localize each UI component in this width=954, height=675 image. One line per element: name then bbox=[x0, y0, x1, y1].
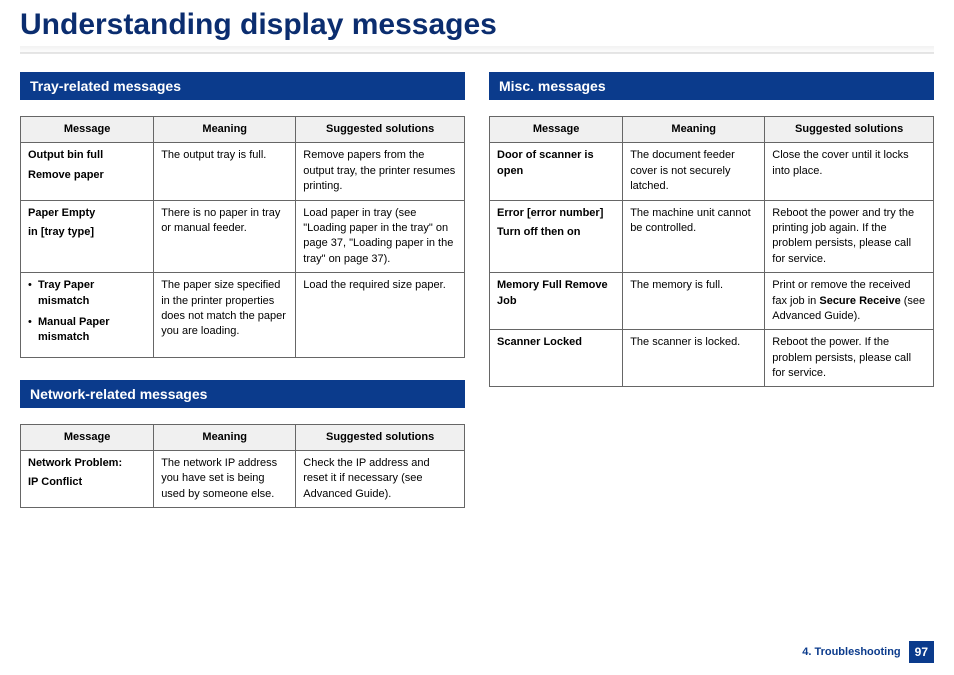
cell-message: Paper Empty in [tray type] bbox=[21, 200, 154, 273]
msg-line: Network Problem: bbox=[28, 456, 146, 471]
cell-message: Tray Paper mismatch Manual Paper mismatc… bbox=[21, 273, 154, 358]
table-row: Output bin full Remove paper The output … bbox=[21, 143, 465, 200]
msg-line: Scanner Locked bbox=[497, 336, 582, 348]
table-header-row: Message Meaning Suggested solutions bbox=[21, 117, 465, 143]
col-header-solutions: Suggested solutions bbox=[296, 117, 465, 143]
cell-meaning: The scanner is locked. bbox=[623, 330, 765, 387]
page-footer: 4. Troubleshooting 97 bbox=[802, 641, 934, 663]
left-column: Tray-related messages Message Meaning Su… bbox=[20, 72, 465, 530]
tray-messages-table: Message Meaning Suggested solutions Outp… bbox=[20, 116, 465, 358]
table-row: Door of scanner is open The document fee… bbox=[490, 143, 934, 200]
cell-solution: Print or remove the received fax job in … bbox=[765, 273, 934, 330]
msg-line: Output bin full bbox=[28, 148, 146, 163]
misc-messages-table: Message Meaning Suggested solutions Door… bbox=[489, 116, 934, 387]
table-row: Memory Full Remove Job The memory is ful… bbox=[490, 273, 934, 330]
table-row: Network Problem: IP Conflict The network… bbox=[21, 451, 465, 508]
cell-solution: Check the IP address and reset it if nec… bbox=[296, 451, 465, 508]
col-header-solutions: Suggested solutions bbox=[765, 117, 934, 143]
col-header-message: Message bbox=[21, 117, 154, 143]
table-header-row: Message Meaning Suggested solutions bbox=[490, 117, 934, 143]
cell-meaning: The network IP address you have set is b… bbox=[154, 451, 296, 508]
cell-meaning: The paper size specified in the printer … bbox=[154, 273, 296, 358]
cell-message: Door of scanner is open bbox=[490, 143, 623, 200]
msg-line: in [tray type] bbox=[28, 225, 146, 240]
section-header-network: Network-related messages bbox=[20, 380, 465, 408]
cell-meaning: The document feeder cover is not securel… bbox=[623, 143, 765, 200]
bullet-item: Tray Paper mismatch bbox=[28, 278, 146, 309]
col-header-message: Message bbox=[21, 424, 154, 450]
cell-message: Output bin full Remove paper bbox=[21, 143, 154, 200]
page-title: Understanding display messages bbox=[20, 0, 934, 54]
table-row: Paper Empty in [tray type] There is no p… bbox=[21, 200, 465, 273]
cell-solution: Load the required size paper. bbox=[296, 273, 465, 358]
cell-message: Network Problem: IP Conflict bbox=[21, 451, 154, 508]
cell-solution: Reboot the power. If the problem persist… bbox=[765, 330, 934, 387]
cell-meaning: The memory is full. bbox=[623, 273, 765, 330]
msg-line: Turn off then on bbox=[497, 225, 615, 240]
cell-meaning: There is no paper in tray or manual feed… bbox=[154, 200, 296, 273]
col-header-meaning: Meaning bbox=[623, 117, 765, 143]
cell-solution: Reboot the power and try the printing jo… bbox=[765, 200, 934, 273]
table-row: Scanner Locked The scanner is locked. Re… bbox=[490, 330, 934, 387]
network-messages-table: Message Meaning Suggested solutions Netw… bbox=[20, 424, 465, 509]
bullet-item: Manual Paper mismatch bbox=[28, 315, 146, 346]
cell-solution: Remove papers from the output tray, the … bbox=[296, 143, 465, 200]
col-header-solutions: Suggested solutions bbox=[296, 424, 465, 450]
footer-chapter: 4. Troubleshooting bbox=[802, 646, 900, 658]
msg-line: Paper Empty bbox=[28, 206, 146, 221]
msg-line: Error [error number] bbox=[497, 206, 615, 221]
msg-line: IP Conflict bbox=[28, 475, 146, 490]
col-header-meaning: Meaning bbox=[154, 117, 296, 143]
section-header-misc: Misc. messages bbox=[489, 72, 934, 100]
cell-meaning: The output tray is full. bbox=[154, 143, 296, 200]
cell-meaning: The machine unit cannot be controlled. bbox=[623, 200, 765, 273]
table-row: Tray Paper mismatch Manual Paper mismatc… bbox=[21, 273, 465, 358]
cell-solution: Close the cover until it locks into plac… bbox=[765, 143, 934, 200]
right-column: Misc. messages Message Meaning Suggested… bbox=[489, 72, 934, 530]
msg-line: Remove paper bbox=[28, 168, 146, 183]
cell-message: Scanner Locked bbox=[490, 330, 623, 387]
page-number: 97 bbox=[909, 641, 934, 663]
cell-solution: Load paper in tray (see "Loading paper i… bbox=[296, 200, 465, 273]
section-header-tray: Tray-related messages bbox=[20, 72, 465, 100]
cell-message: Error [error number] Turn off then on bbox=[490, 200, 623, 273]
cell-message: Memory Full Remove Job bbox=[490, 273, 623, 330]
msg-line: Door of scanner is open bbox=[497, 149, 594, 176]
table-header-row: Message Meaning Suggested solutions bbox=[21, 424, 465, 450]
col-header-meaning: Meaning bbox=[154, 424, 296, 450]
msg-line: Memory Full Remove Job bbox=[497, 279, 608, 306]
solution-bold: Secure Receive bbox=[819, 295, 900, 307]
table-row: Error [error number] Turn off then on Th… bbox=[490, 200, 934, 273]
col-header-message: Message bbox=[490, 117, 623, 143]
content-columns: Tray-related messages Message Meaning Su… bbox=[20, 72, 934, 530]
